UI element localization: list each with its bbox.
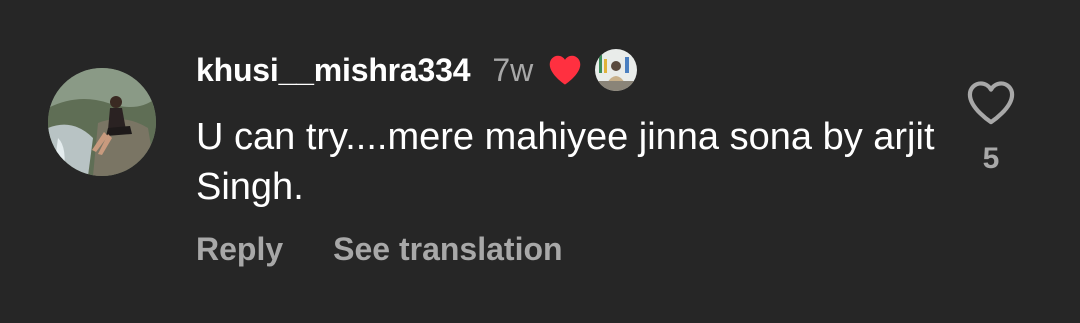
comment-header: khusi__mishra334 7w: [196, 48, 638, 92]
like-count: 5: [982, 142, 1000, 175]
reply-button[interactable]: Reply: [196, 231, 283, 268]
user-avatar[interactable]: [48, 68, 156, 176]
comment-item: khusi__mishra334 7w U can try....mere ma…: [0, 0, 1080, 323]
creator-avatar: [595, 49, 638, 91]
heart-outline-icon[interactable]: [966, 80, 1016, 126]
see-translation-button[interactable]: See translation: [333, 231, 562, 268]
heart-filled-icon: [547, 54, 583, 86]
comment-actions: Reply See translation: [196, 226, 563, 272]
comment-text: U can try....mere mahiyee jinna sona by …: [196, 116, 935, 208]
username[interactable]: khusi__mishra334: [196, 52, 471, 89]
like-control: 5: [962, 80, 1020, 176]
timestamp: 7w: [492, 51, 534, 88]
